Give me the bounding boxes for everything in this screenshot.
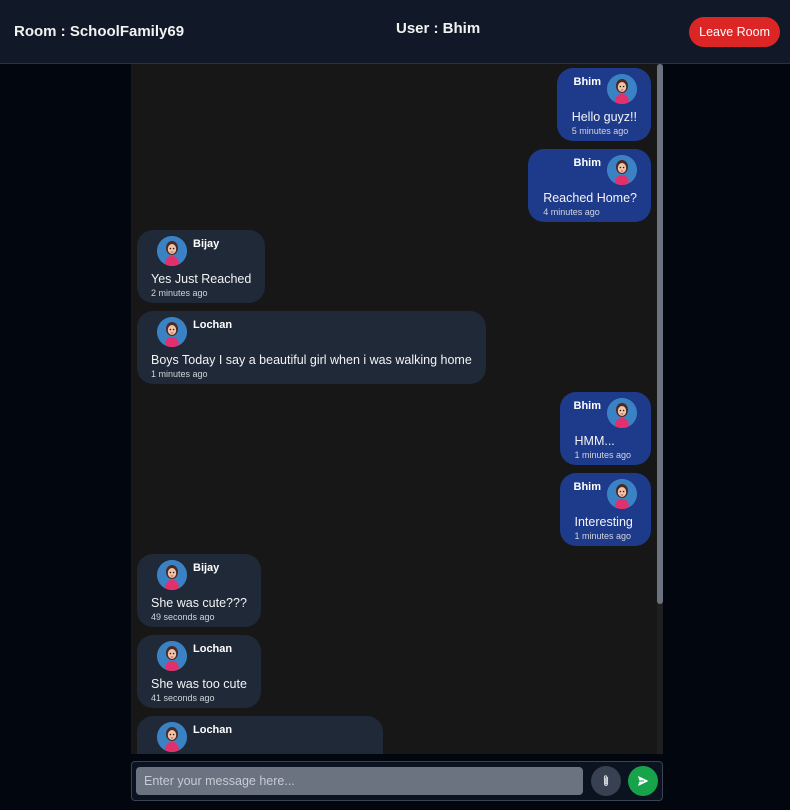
avatar — [607, 74, 637, 104]
message-header: Bijay — [151, 560, 247, 594]
room-name: Room : SchoolFamily69 — [14, 23, 185, 40]
avatar — [607, 479, 637, 509]
message-bubble-other: Lochan I think i have fallen for first s… — [137, 716, 383, 754]
avatar-icon — [607, 155, 637, 185]
message-time: 1 minutes ago — [574, 450, 632, 460]
avatar — [157, 317, 187, 347]
sender-name: Bijay — [193, 562, 220, 574]
message-text: She was too cute — [151, 677, 247, 691]
message-header: Bhim — [573, 479, 637, 513]
message-bubble-other: Lochan Boys Today I say a beautiful girl… — [137, 311, 486, 384]
sender-name: Bijay — [193, 238, 220, 250]
attach-button[interactable] — [591, 766, 621, 796]
chat-scrollbar[interactable] — [657, 64, 663, 754]
message-text: She was cute??? — [151, 596, 247, 610]
message-text: HMM... — [574, 434, 615, 448]
paperclip-icon — [603, 775, 609, 787]
avatar-icon — [157, 317, 187, 347]
sender-name: Bhim — [573, 76, 602, 88]
message-header: Bhim — [542, 155, 637, 189]
message-bubble-self: Bhim Interesting 1 minutes ago — [559, 473, 651, 546]
message-time: 4 minutes ago — [543, 207, 600, 217]
message-header: Bijay — [151, 236, 251, 270]
avatar — [157, 236, 187, 266]
message-header: Lochan — [151, 317, 472, 351]
message-time: 1 minutes ago — [151, 369, 208, 379]
sender-name: Lochan — [193, 724, 233, 736]
send-button[interactable] — [628, 766, 658, 796]
message-time: 41 seconds ago — [151, 693, 215, 703]
message-bubble-other: Bijay She was cute??? 49 seconds ago — [137, 554, 261, 627]
avatar — [157, 560, 187, 590]
message-text: Reached Home? — [543, 191, 637, 205]
avatar-icon — [607, 74, 637, 104]
avatar-icon — [607, 479, 637, 509]
message-header: Bhim — [571, 74, 637, 108]
message-text: Yes Just Reached — [151, 272, 252, 286]
message-list: Bhim Hello guyz!! 5 minutes ago Bhim Rea… — [131, 68, 651, 754]
message-text: Interesting — [574, 515, 633, 529]
scrollbar-thumb[interactable] — [657, 64, 663, 604]
chat-area[interactable]: Bhim Hello guyz!! 5 minutes ago Bhim Rea… — [131, 64, 663, 754]
message-bubble-self: Bhim HMM... 1 minutes ago — [559, 392, 651, 465]
message-text: Hello guyz!! — [571, 110, 637, 124]
message-bubble-other: Bijay Yes Just Reached 2 minutes ago — [137, 230, 266, 303]
message-text: Boys Today I say a beautiful girl when i… — [151, 353, 472, 367]
message-header: Bhim — [573, 398, 637, 432]
message-time: 2 minutes ago — [151, 288, 208, 298]
avatar — [157, 641, 187, 671]
top-bar: Room : SchoolFamily69 User : Bhim Leave … — [0, 0, 790, 64]
avatar — [157, 722, 187, 752]
message-time: 49 seconds ago — [151, 612, 215, 622]
avatar-icon — [157, 236, 187, 266]
message-bubble-self: Bhim Reached Home? 4 minutes ago — [528, 149, 651, 222]
avatar-icon — [157, 641, 187, 671]
message-bubble-self: Bhim Hello guyz!! 5 minutes ago — [556, 68, 651, 141]
sender-name: Lochan — [193, 319, 233, 331]
message-header: Lochan — [151, 722, 369, 754]
sender-name: Bhim — [573, 481, 602, 493]
message-bubble-other: Lochan She was too cute 41 seconds ago — [137, 635, 261, 708]
sender-name: Lochan — [193, 643, 233, 655]
avatar-icon — [157, 560, 187, 590]
message-time: 1 minutes ago — [574, 531, 632, 541]
avatar-icon — [607, 398, 637, 428]
message-input[interactable] — [136, 767, 583, 795]
send-icon — [638, 776, 649, 786]
sender-name: Bhim — [573, 400, 602, 412]
avatar — [607, 155, 637, 185]
leave-room-button[interactable]: Leave Room — [689, 16, 780, 47]
message-composer — [131, 761, 663, 801]
message-header: Lochan — [151, 641, 247, 675]
avatar-icon — [157, 722, 187, 752]
sender-name: Bhim — [573, 157, 602, 169]
message-time: 5 minutes ago — [571, 126, 629, 136]
avatar — [607, 398, 637, 428]
current-user: User : Bhim — [396, 20, 481, 37]
